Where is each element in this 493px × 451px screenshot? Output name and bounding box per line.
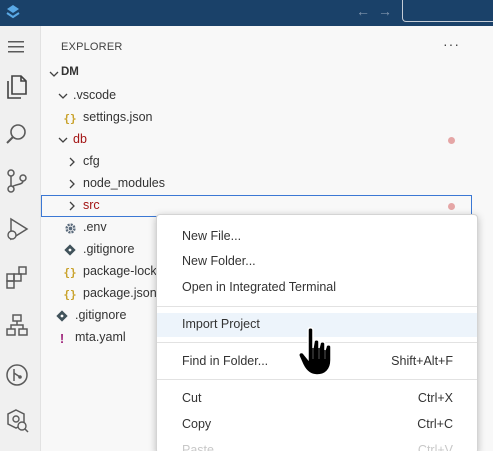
chevron-down-icon: [56, 89, 70, 103]
chevron-right-icon: [65, 155, 79, 169]
chevron-down-icon: [47, 67, 61, 81]
tree-item-label: package-lock: [83, 264, 157, 278]
tree-item-label: node_modules: [83, 176, 166, 190]
tree-item-label: mta.yaml: [75, 330, 126, 344]
hand-cursor-icon: [298, 327, 332, 376]
search-icon[interactable]: [4, 121, 30, 147]
menu-item-copy[interactable]: Copy Ctrl+C: [157, 413, 477, 437]
menu-item-new-folder[interactable]: New Folder...: [157, 250, 477, 274]
menu-item-label: Cut: [182, 391, 202, 405]
activity-bar: [0, 26, 41, 451]
tree-item-label: cfg: [83, 154, 100, 168]
root-label: DM: [61, 66, 79, 78]
chevron-down-icon: [56, 133, 70, 147]
menu-item-shortcut: Ctrl+V: [417, 443, 453, 451]
menu-item-label: New File...: [182, 229, 242, 243]
tree-item-vscode[interactable]: .vscode: [41, 85, 493, 107]
gear-icon: [63, 220, 77, 236]
menu-item-label: Copy: [182, 417, 212, 431]
tree-item-db[interactable]: db: [41, 129, 493, 151]
tree-item-label: .gitignore: [83, 242, 135, 256]
menu-separator: [157, 306, 477, 307]
menu-item-label: Import Project: [182, 317, 260, 331]
tree-root-dm[interactable]: DM: [41, 63, 493, 85]
tree-item-label: package.json: [83, 286, 157, 300]
more-actions-icon[interactable]: ···: [443, 36, 460, 52]
tree-item-settings-json[interactable]: {} settings.json: [41, 107, 493, 129]
extensions-icon[interactable]: [4, 264, 30, 290]
tree-item-label: .env: [83, 220, 107, 234]
json-icon: {}: [63, 111, 77, 125]
menu-item-label: Paste: [182, 443, 214, 451]
menu-item-cut[interactable]: Cut Ctrl+X: [157, 387, 477, 411]
menu-icon[interactable]: [4, 34, 30, 60]
chevron-right-icon: [65, 177, 79, 191]
title-bar: ← →: [0, 0, 493, 26]
menu-item-paste[interactable]: Paste Ctrl+V: [157, 439, 477, 451]
json-icon: {}: [63, 287, 77, 301]
modified-dot: [448, 137, 455, 144]
tree-item-cfg[interactable]: cfg: [41, 151, 493, 173]
modified-dot: [448, 203, 455, 210]
app-logo-icon: [6, 5, 20, 19]
tree-item-label: src: [83, 198, 100, 212]
settings-search-icon[interactable]: [4, 408, 30, 434]
arrow-left-icon[interactable]: ←: [356, 3, 370, 19]
json-icon: {}: [63, 265, 77, 279]
hierarchy-icon[interactable]: [4, 312, 30, 338]
git-icon: [63, 242, 77, 258]
run-debug-icon[interactable]: [4, 216, 30, 242]
menu-item-open-terminal[interactable]: Open in Integrated Terminal: [157, 276, 477, 300]
explorer-title: EXPLORER: [61, 41, 123, 53]
tree-item-label: .gitignore: [75, 308, 127, 322]
tree-item-node-modules[interactable]: node_modules: [41, 173, 493, 195]
menu-item-label: New Folder...: [182, 254, 256, 268]
files-icon[interactable]: [4, 74, 30, 100]
source-control-icon[interactable]: [4, 168, 30, 194]
command-center[interactable]: [402, 0, 493, 22]
arrow-right-icon[interactable]: →: [378, 3, 392, 19]
git-graph-icon[interactable]: [4, 362, 30, 388]
menu-item-shortcut: Ctrl+X: [417, 391, 453, 405]
git-icon: [55, 308, 69, 324]
chevron-right-icon: [65, 199, 79, 213]
menu-separator: [157, 379, 477, 380]
tree-item-label: settings.json: [83, 110, 153, 124]
menu-item-shortcut: Ctrl+C: [417, 417, 453, 431]
yaml-icon: !: [59, 330, 65, 346]
menu-item-shortcut: Shift+Alt+F: [391, 354, 453, 368]
tree-item-label: .vscode: [73, 88, 117, 102]
menu-item-label: Find in Folder...: [182, 354, 269, 368]
menu-item-label: Open in Integrated Terminal: [182, 280, 337, 294]
menu-item-new-file[interactable]: New File...: [157, 225, 477, 249]
tree-item-label: db: [73, 132, 87, 146]
